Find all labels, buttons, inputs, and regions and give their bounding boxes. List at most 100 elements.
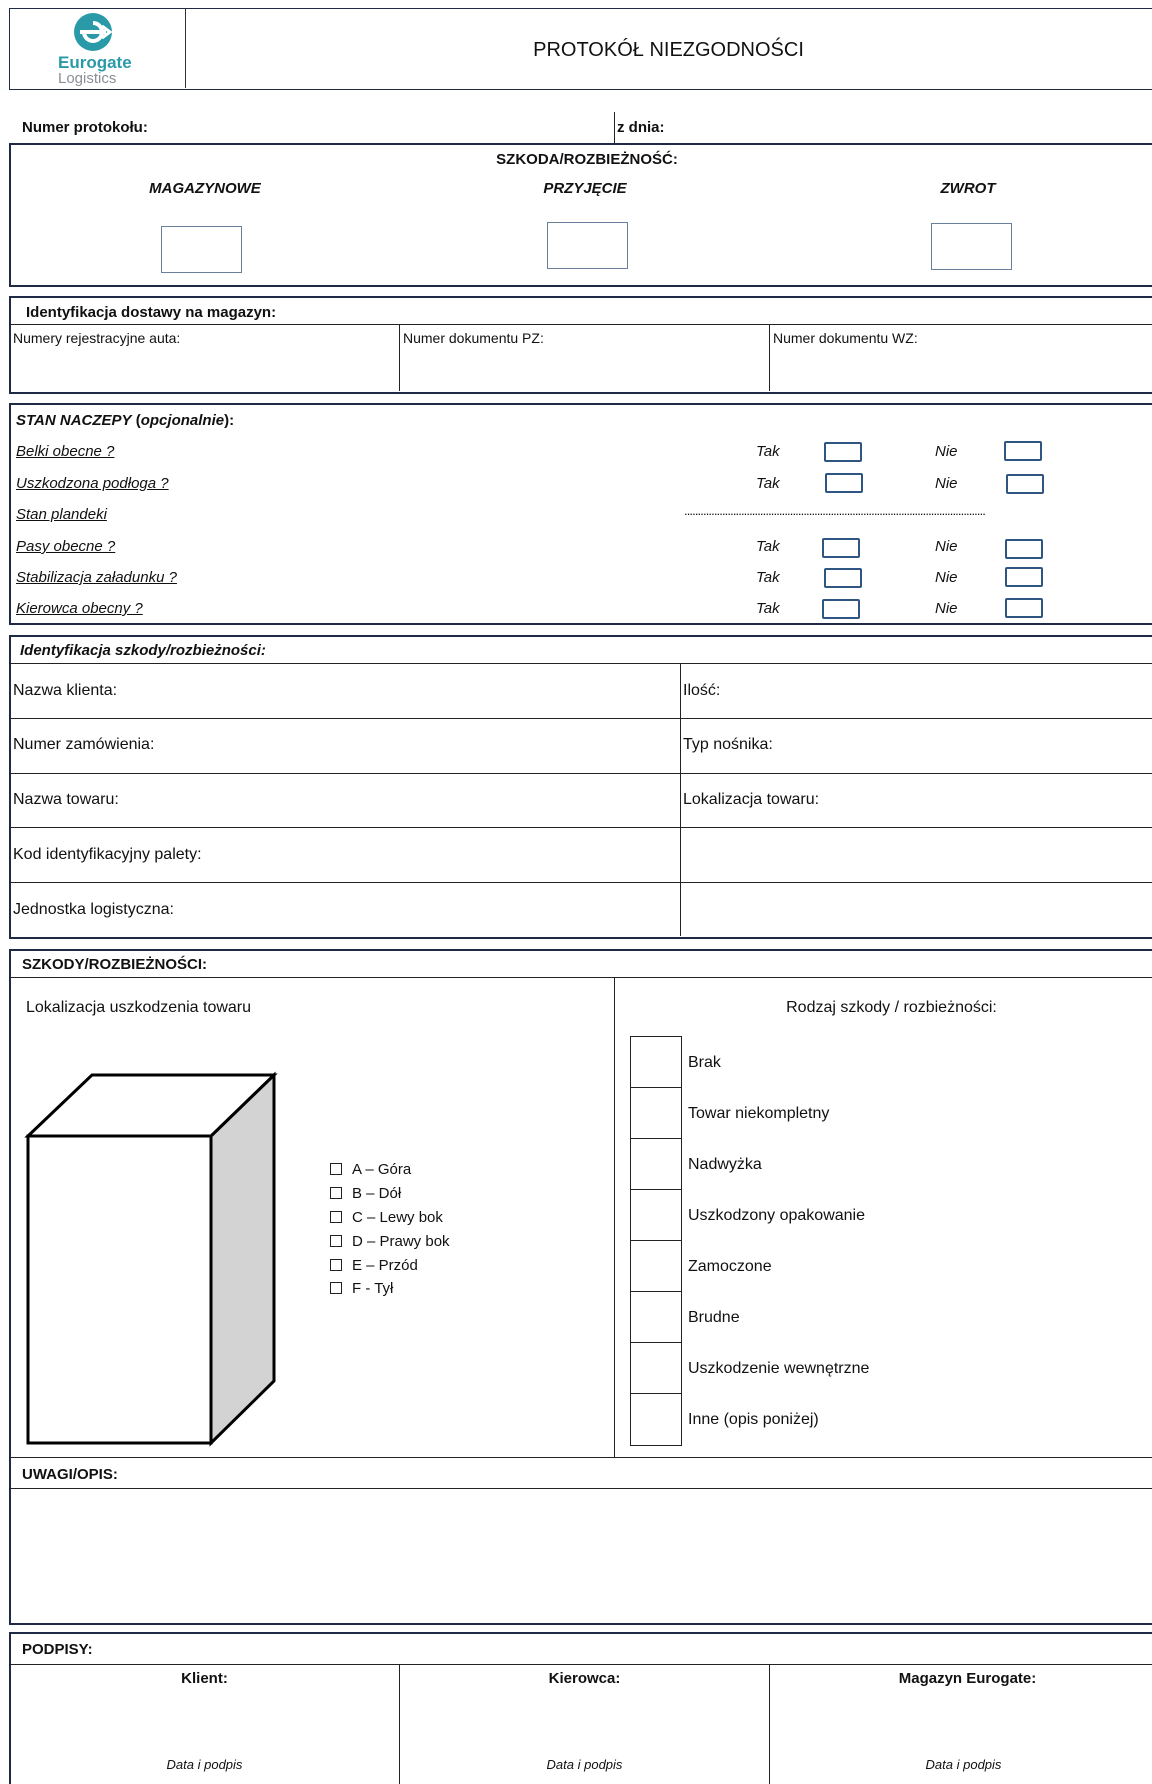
option-checkbox-magazynowe[interactable] — [161, 226, 242, 273]
eurogate-logo-icon — [74, 13, 113, 51]
protocol-number-field[interactable] — [180, 112, 600, 140]
signature-date-label: Data i podpis — [166, 1757, 243, 1772]
trailer-heading-optional: opcjonalnie — [140, 412, 225, 429]
location-checkbox[interactable] — [330, 1282, 342, 1294]
signatures-heading: PODPISY: — [22, 1641, 93, 1658]
signature-box-driver[interactable]: Kierowca: Data i podpis — [401, 1665, 768, 1773]
option-checkbox-zwrot[interactable] — [931, 223, 1012, 270]
damage-type-checkbox[interactable] — [631, 1190, 680, 1240]
location-option-label: A – Góra — [352, 1161, 412, 1178]
no-checkbox[interactable] — [1005, 567, 1043, 587]
field-blank-2[interactable] — [682, 883, 1150, 935]
no-label: Nie — [935, 475, 958, 492]
field-blank-1[interactable] — [682, 828, 1150, 881]
damage-type-option-label: Zamoczone — [688, 1258, 772, 1275]
damage-type-checkbox[interactable] — [631, 1394, 680, 1444]
option-checkbox-przyjecie[interactable] — [547, 222, 628, 269]
yes-label: Tak — [756, 538, 780, 555]
yes-label: Tak — [756, 443, 780, 460]
field-order-number[interactable]: Numer zamówienia: — [11, 719, 679, 772]
trailer-item-label: Stan plandeki — [16, 506, 107, 523]
signature-date-label: Data i podpis — [925, 1757, 1002, 1772]
damage-type-option[interactable]: Uszkodzony opakowanie — [631, 1190, 961, 1240]
damage-type-option-label: Uszkodzony opakowanie — [688, 1207, 865, 1224]
signature-column-label: Magazyn Eurogate: — [898, 1670, 1037, 1687]
field-carrier-type[interactable]: Typ nośnika: — [682, 719, 1150, 772]
protocol-number-label: Numer protokołu: — [22, 119, 148, 136]
damage-type-checkbox[interactable] — [631, 1037, 680, 1087]
yes-checkbox[interactable] — [825, 473, 863, 493]
tarp-condition-field[interactable]: ........................................… — [684, 504, 986, 517]
logo: Eurogate Logistics — [40, 12, 150, 86]
remarks-heading: UWAGI/OPIS: — [22, 1466, 118, 1483]
damage-type-option-label: Brudne — [688, 1309, 740, 1326]
yes-label: Tak — [756, 569, 780, 586]
no-checkbox[interactable] — [1004, 441, 1042, 461]
delivery-field-wz[interactable]: Numer dokumentu WZ: — [771, 325, 1151, 389]
damage-type-option[interactable]: Nadwyżka — [631, 1139, 961, 1189]
location-checkbox[interactable] — [330, 1187, 342, 1199]
damage-type-checkbox[interactable] — [631, 1343, 680, 1393]
location-option-label: D – Prawy bok — [352, 1233, 450, 1250]
damage-type-checkbox[interactable] — [631, 1139, 680, 1189]
yes-checkbox[interactable] — [824, 442, 862, 462]
remarks-textarea[interactable] — [11, 1490, 1150, 1619]
delivery-label-pz: Numer dokumentu PZ: — [403, 330, 544, 346]
damage-type-option-label: Uszkodzenie wewnętrzne — [688, 1360, 870, 1377]
damage-type-option[interactable]: Towar niekompletny — [631, 1088, 961, 1138]
option-label-przyjecie: PRZYJĘCIE — [543, 180, 627, 197]
location-checkbox[interactable] — [330, 1259, 342, 1271]
trailer-heading-main: STAN NACZEPY — [16, 412, 132, 429]
signature-column-label: Klient: — [181, 1670, 228, 1687]
protocol-date-label: z dnia: — [617, 119, 665, 136]
trailer-item-label: Pasy obecne ? — [16, 538, 116, 555]
field-label: Numer zamówienia: — [13, 736, 155, 753]
no-label: Nie — [935, 538, 958, 555]
no-label: Nie — [935, 443, 958, 460]
no-checkbox[interactable] — [1005, 539, 1043, 559]
field-label: Typ nośnika: — [683, 736, 773, 753]
no-label: Nie — [935, 569, 958, 586]
signature-box-client[interactable]: Klient: Data i podpis — [11, 1665, 398, 1773]
yes-label: Tak — [756, 475, 780, 492]
signature-box-warehouse[interactable]: Magazyn Eurogate: Data i podpis — [771, 1665, 1151, 1773]
field-pallet-code[interactable]: Kod identyfikacyjny palety: — [11, 828, 679, 881]
field-logistic-unit[interactable]: Jednostka logistyczna: — [11, 883, 679, 935]
location-checkbox[interactable] — [330, 1163, 342, 1175]
delivery-heading: Identyfikacja dostawy na magazyn: — [26, 304, 277, 321]
no-label: Nie — [935, 600, 958, 617]
delivery-label-wz: Numer dokumentu WZ: — [773, 330, 918, 346]
location-label: Lokalizacja uszkodzenia towaru — [26, 999, 252, 1016]
trailer-heading-paren-close: ): — [224, 412, 235, 429]
yes-checkbox[interactable] — [822, 599, 860, 619]
damage-type-option[interactable]: Inne (opis poniżej) — [631, 1394, 961, 1444]
yes-checkbox[interactable] — [822, 538, 860, 558]
field-label: Lokalizacja towaru: — [683, 791, 820, 808]
damage-type-heading: SZKODA/ROZBIEŻNOŚĆ: — [496, 151, 678, 168]
damage-type-option[interactable]: Uszkodzenie wewnętrzne — [631, 1343, 961, 1393]
delivery-field-plates[interactable]: Numery rejestracyjne auta: — [11, 325, 398, 389]
page-title: PROTOKÓŁ NIEZGODNOŚCI — [533, 39, 804, 61]
damage-type-checkbox[interactable] — [631, 1241, 680, 1291]
field-quantity[interactable]: Ilość: — [682, 664, 1150, 717]
damage-type-checkbox[interactable] — [631, 1292, 680, 1342]
yes-checkbox[interactable] — [824, 568, 862, 588]
damage-type-label: Rodzaj szkody / rozbieżności: — [786, 999, 997, 1016]
damage-type-option[interactable]: Brak — [631, 1037, 961, 1087]
no-checkbox[interactable] — [1005, 598, 1043, 618]
field-goods-location[interactable]: Lokalizacja towaru: — [682, 774, 1150, 826]
protocol-date-field[interactable] — [680, 112, 1140, 140]
field-goods-name[interactable]: Nazwa towaru: — [11, 774, 679, 826]
damage-type-option[interactable]: Zamoczone — [631, 1241, 961, 1291]
no-checkbox[interactable] — [1006, 474, 1044, 494]
yes-label: Tak — [756, 600, 780, 617]
damage-type-checkbox[interactable] — [631, 1088, 680, 1138]
location-checkbox[interactable] — [330, 1211, 342, 1223]
field-client-name[interactable]: Nazwa klienta: — [11, 664, 679, 717]
location-checkbox[interactable] — [330, 1235, 342, 1247]
box-front-face — [26, 1134, 213, 1445]
damage-type-option[interactable]: Brudne — [631, 1292, 961, 1342]
field-label: Ilość: — [683, 682, 721, 699]
location-option-label: E – Przód — [352, 1257, 418, 1274]
delivery-field-pz[interactable]: Numer dokumentu PZ: — [401, 325, 768, 389]
